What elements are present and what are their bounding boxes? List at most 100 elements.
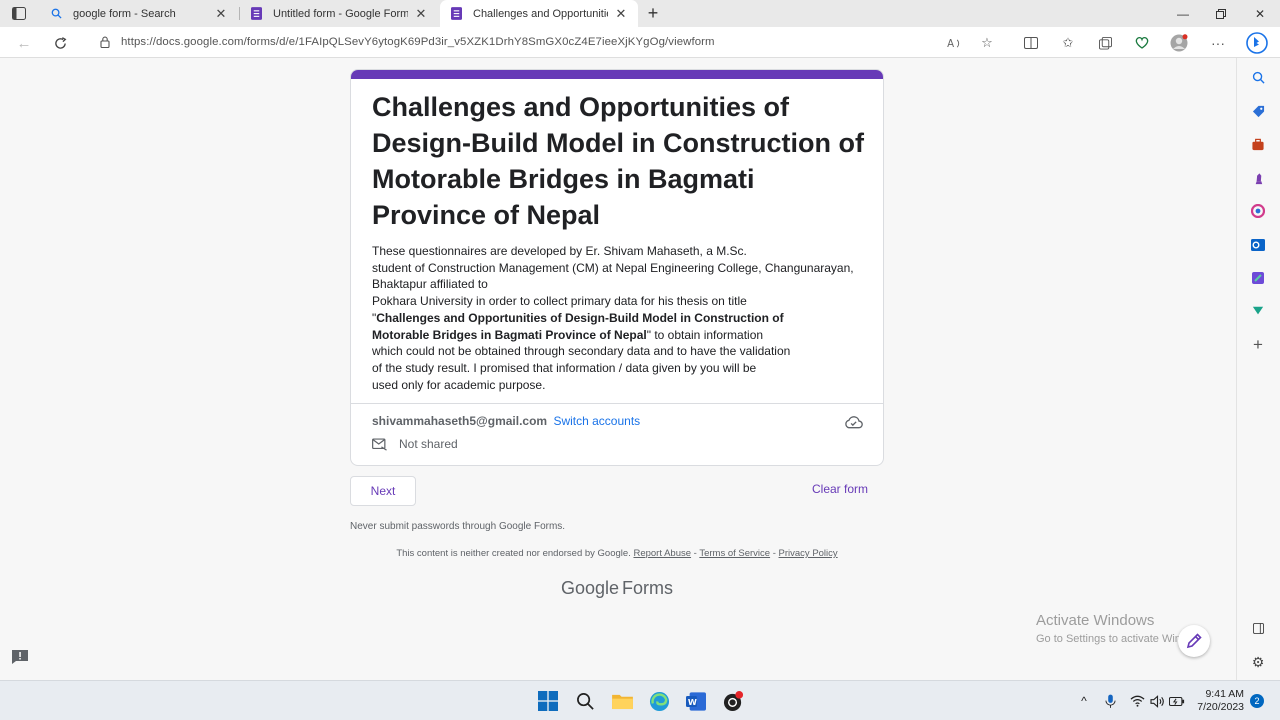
tab-title: Untitled form - Google Forms <box>273 7 408 20</box>
desc-text: These questionnaires are developed by Er… <box>372 244 747 258</box>
desc-text: student of Construction Management (CM) … <box>372 260 854 275</box>
tab-strip: google form - Search ✕ Untitled form - G… <box>0 0 1280 27</box>
cloud-save-icon <box>844 415 864 431</box>
address-bar[interactable]: https://docs.google.com/forms/d/e/1FAIpQ… <box>88 29 1010 55</box>
word-app-icon[interactable]: W <box>684 689 708 713</box>
outlook-icon[interactable] <box>1250 237 1266 253</box>
back-arrow-icon[interactable]: ← <box>14 33 34 53</box>
microphone-icon[interactable] <box>1102 693 1118 709</box>
google-forms-icon <box>250 7 263 20</box>
bing-copilot-icon[interactable] <box>1246 32 1268 54</box>
profile-avatar-icon[interactable] <box>1170 34 1188 52</box>
search-icon <box>50 7 63 20</box>
browser-essentials-icon[interactable] <box>1133 34 1151 52</box>
tab-title: google form - Search <box>73 7 176 20</box>
games-chess-icon[interactable] <box>1250 170 1266 186</box>
refresh-icon[interactable] <box>50 33 70 53</box>
more-menu-icon[interactable]: ··· <box>1209 34 1227 52</box>
form-title: Challenges and Opportunities of Design-B… <box>372 92 864 230</box>
google-forms-icon <box>450 7 463 20</box>
hide-sidebar-icon[interactable] <box>1250 620 1266 636</box>
divider <box>351 403 883 404</box>
read-aloud-icon[interactable]: A <box>945 34 963 52</box>
privacy-policy-link[interactable]: Privacy Policy <box>779 548 838 559</box>
desc-text: Pokhara University in order to collect p… <box>372 294 747 309</box>
svg-text:A: A <box>947 39 954 50</box>
url-text[interactable]: https://docs.google.com/forms/d/e/1FAIpQ… <box>121 36 715 48</box>
disclaimer-text: This content is neither created nor endo… <box>396 548 631 559</box>
taskbar-search-icon[interactable] <box>573 689 597 713</box>
microsoft-365-icon[interactable] <box>1250 203 1266 219</box>
recording-app-icon[interactable] <box>721 689 745 713</box>
favorite-star-icon[interactable]: ☆ <box>978 34 996 52</box>
desc-bold-title: Motorable Bridges in Bagmati Province of… <box>372 327 647 342</box>
new-tab-button[interactable]: + <box>644 3 662 23</box>
file-explorer-icon[interactable] <box>610 689 634 713</box>
minimize-icon[interactable]: — <box>1164 0 1202 27</box>
report-feedback-icon[interactable] <box>11 649 29 665</box>
split-screen-icon[interactable] <box>1022 34 1040 52</box>
windows-start-icon[interactable] <box>536 689 560 713</box>
tab-title: Challenges and Opportunities of <box>473 7 608 20</box>
search-icon[interactable] <box>1250 69 1266 85</box>
close-window-icon[interactable]: ✕ <box>1241 0 1279 27</box>
terms-of-service-link[interactable]: Terms of Service <box>699 548 770 559</box>
tab-untitled-form[interactable]: Untitled form - Google Forms ✕ <box>240 0 438 27</box>
browser-toolbar: ← https://docs.google.com/forms/d/e/1FAI… <box>0 27 1280 58</box>
desc-text: of the study result. I promised that inf… <box>372 360 757 375</box>
desc-text: which could not be obtained through seco… <box>372 344 791 359</box>
show-hidden-icons-chevron-up-icon[interactable]: ^ <box>1076 693 1092 709</box>
tab-challenges-form[interactable]: Challenges and Opportunities of ✕ <box>440 0 638 27</box>
account-row: shivammahaseth5@gmail.com Switch account… <box>372 414 640 428</box>
pencil-icon <box>1186 633 1202 649</box>
form-accent-bar <box>351 70 883 79</box>
switch-accounts-link[interactable]: Switch accounts <box>553 414 640 428</box>
separator: - <box>770 548 779 559</box>
account-email: shivammahaseth5@gmail.com <box>372 414 548 428</box>
watermark-title: Activate Windows <box>1036 612 1155 629</box>
mail-not-shared-icon <box>372 437 388 451</box>
drop-send-icon[interactable] <box>1250 303 1266 319</box>
lock-icon[interactable] <box>98 36 112 48</box>
desc-bold-title: Challenges and Opportunities of Design-B… <box>376 310 784 325</box>
designer-icon[interactable] <box>1250 270 1266 286</box>
report-abuse-link[interactable]: Report Abuse <box>633 548 691 559</box>
edge-browser-icon[interactable] <box>647 689 671 713</box>
next-button[interactable]: Next <box>350 476 416 506</box>
google-forms-logo[interactable]: Google Forms <box>350 578 884 599</box>
notification-count-badge[interactable]: 2 <box>1250 694 1264 708</box>
maximize-icon[interactable] <box>1202 0 1240 27</box>
edge-sidebar: + ⚙ <box>1236 58 1280 680</box>
share-status: Not shared <box>399 437 458 451</box>
footer-disclaimer: This content is neither created nor endo… <box>350 548 884 559</box>
collections-icon[interactable] <box>1096 34 1114 52</box>
email-not-shared-row: Not shared <box>372 437 458 451</box>
close-tab-icon[interactable]: ✕ <box>614 6 628 21</box>
form-description: These questionnaires are developed by Er… <box>372 243 872 393</box>
wifi-icon[interactable] <box>1129 693 1145 709</box>
form-header-card: Challenges and Opportunities of Design-B… <box>350 69 884 466</box>
tab-google-search[interactable]: google form - Search ✕ <box>40 0 238 27</box>
logo-forms-text: Forms <box>622 578 674 598</box>
favorites-icon[interactable]: ✩ <box>1059 34 1077 52</box>
logo-google-text: Google <box>560 578 620 598</box>
volume-icon[interactable] <box>1149 693 1165 709</box>
add-sidebar-app-icon[interactable]: + <box>1250 335 1266 354</box>
close-tab-icon[interactable]: ✕ <box>214 6 228 21</box>
svg-text:W: W <box>688 697 697 707</box>
system-clock[interactable]: 9:41 AM 7/20/2023 <box>1196 688 1244 714</box>
password-warning: Never submit passwords through Google Fo… <box>350 521 566 532</box>
close-tab-icon[interactable]: ✕ <box>414 6 428 21</box>
clear-form-button[interactable]: Clear form <box>812 482 868 496</box>
clock-date: 7/20/2023 <box>1197 701 1244 713</box>
desc-text: used only for academic purpose. <box>372 377 546 392</box>
clock-time: 9:41 AM <box>1205 688 1244 700</box>
sidebar-settings-gear-icon[interactable]: ⚙ <box>1250 654 1266 670</box>
windows-taskbar: W ^ 9:41 AM 7/20/2023 2 <box>0 680 1280 720</box>
battery-charging-icon[interactable] <box>1169 693 1185 709</box>
desc-text: Bhaktapur affiliated to <box>372 277 488 292</box>
edit-form-button[interactable] <box>1178 625 1210 657</box>
tools-briefcase-icon[interactable] <box>1250 136 1266 152</box>
shopping-tag-icon[interactable] <box>1250 103 1266 119</box>
tab-actions-icon[interactable] <box>8 4 30 22</box>
